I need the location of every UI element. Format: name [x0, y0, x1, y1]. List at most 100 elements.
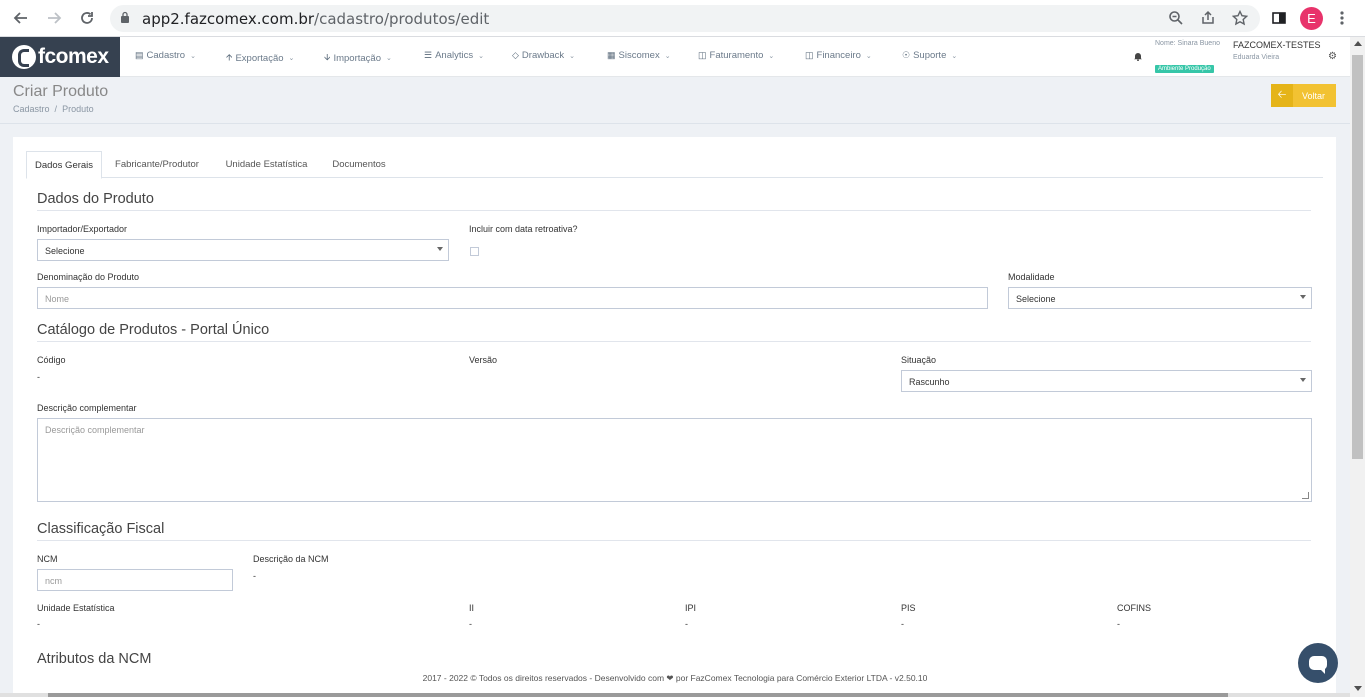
denominacao-input[interactable]: Nome — [37, 287, 988, 309]
cofins-value: - — [1117, 619, 1120, 629]
share-icon[interactable] — [1198, 8, 1218, 28]
descricao-textarea[interactable]: Descrição complementar — [37, 418, 1312, 502]
chevron-down-icon: ⌄ — [768, 52, 775, 60]
logo-mark-icon — [12, 45, 36, 69]
importador-label: Importador/Exportador — [37, 224, 128, 234]
ii-value: - — [469, 619, 472, 629]
forward-arrow-icon[interactable] — [43, 7, 65, 29]
user-name: Nome: Sinara Bueno — [1155, 40, 1220, 47]
unidade-estatistica-value: - — [37, 619, 40, 629]
scroll-thumb[interactable] — [1352, 55, 1363, 459]
vertical-scrollbar[interactable] — [1350, 37, 1365, 697]
bell-icon[interactable] — [1133, 51, 1143, 61]
environment-badge: Ambiente Produção — [1155, 65, 1214, 73]
tab-fabricante-produtor[interactable]: Fabricante/Produtor — [104, 151, 210, 178]
bookmark-star-icon[interactable] — [1230, 8, 1250, 28]
company-user: Eduarda Vieira — [1233, 54, 1280, 61]
chat-bubble-icon — [1309, 656, 1327, 674]
section-dados-produto: Dados do Produto — [37, 191, 1311, 211]
back-button[interactable]: 🡠 Voltar — [1271, 84, 1336, 107]
unidade-estatistica-label: Unidade Estatística — [37, 603, 115, 613]
arrow-left-icon: 🡠 — [1271, 84, 1293, 107]
ncm-input[interactable]: ncm — [37, 569, 233, 591]
id-card-icon: ▤ — [135, 50, 144, 60]
pis-label: PIS — [901, 603, 916, 613]
ii-label: II — [469, 603, 475, 613]
side-panel-icon[interactable] — [1269, 8, 1289, 28]
tab-dados-gerais[interactable]: Dados Gerais — [26, 151, 102, 179]
reload-icon[interactable] — [76, 7, 98, 29]
codigo-value: - — [37, 372, 40, 382]
menu-siscomex[interactable]: ▦ Siscomex ⌄ — [607, 50, 671, 61]
chevron-down-icon: ⌄ — [386, 55, 392, 62]
url-text: app2.fazcomex.com.br/cadastro/produtos/e… — [142, 10, 490, 28]
arrow-up-icon: 🡩 — [226, 52, 233, 62]
scroll-up-arrow-icon[interactable] — [1354, 41, 1362, 46]
ipi-label: IPI — [685, 603, 697, 613]
menu-faturamento[interactable]: ◫ Faturamento ⌄ — [698, 50, 774, 61]
descricao-ncm-value: - — [253, 571, 256, 581]
descricao-label: Descrição complementar — [37, 403, 137, 413]
breadcrumb: Cadastro / Produto — [13, 104, 94, 114]
menu-exportacao[interactable]: 🡩 Exportação ⌄ — [226, 50, 294, 66]
section-catalogo: Catálogo de Produtos - Portal Único — [37, 322, 1311, 342]
grid-icon: ▦ — [607, 50, 616, 60]
browser-toolbar: app2.fazcomex.com.br/cadastro/produtos/e… — [0, 0, 1365, 37]
lock-icon — [121, 11, 129, 23]
caret-down-icon — [437, 247, 443, 251]
tab-bar: Dados Gerais Fabricante/Produtor Unidade… — [26, 151, 1323, 179]
breadcrumb-produto: Produto — [62, 104, 94, 114]
chat-button[interactable] — [1298, 643, 1338, 683]
menu-cadastro[interactable]: ▤ Cadastro ⌄ — [135, 50, 196, 61]
money-icon: ◫ — [805, 50, 814, 60]
chevron-down-icon: ⌄ — [951, 52, 958, 60]
menu-drawback[interactable]: ◇ Drawback ⌄ — [512, 50, 575, 61]
gear-icon[interactable]: ⚙ — [1328, 51, 1337, 62]
menu-importacao[interactable]: 🡫 Importação ⌄ — [324, 50, 392, 66]
tab-unidade-estatistica[interactable]: Unidade Estatística — [212, 151, 321, 178]
money-icon: ◫ — [698, 50, 707, 60]
situacao-select[interactable]: Rascunho — [901, 370, 1312, 392]
app-header: fcomex ▤ Cadastro ⌄ 🡩 Exportação ⌄ 🡫 Impor… — [0, 37, 1350, 77]
breadcrumb-cadastro[interactable]: Cadastro — [13, 104, 50, 114]
ncm-label: NCM — [37, 554, 58, 564]
menu-analytics[interactable]: ☰ Analytics ⌄ — [424, 50, 484, 61]
caret-down-icon — [1300, 378, 1306, 382]
tab-documentos[interactable]: Documentos — [323, 151, 395, 178]
descricao-ncm-label: Descrição da NCM — [253, 554, 329, 564]
logo[interactable]: fcomex — [0, 37, 120, 77]
address-bar[interactable]: app2.fazcomex.com.br/cadastro/produtos/e… — [110, 5, 1260, 32]
more-menu-icon[interactable] — [1337, 8, 1347, 28]
chevron-down-icon: ⌄ — [664, 52, 671, 60]
menu-suporte[interactable]: ☉ Suporte ⌄ — [902, 50, 957, 61]
logo-text: fcomex — [38, 45, 109, 68]
cofins-label: COFINS — [1117, 603, 1152, 613]
horizontal-scroll-thumb[interactable] — [48, 693, 1228, 697]
retroativa-label: Incluir com data retroativa? — [469, 224, 578, 234]
menu-financeiro[interactable]: ◫ Financeiro ⌄ — [805, 50, 872, 61]
versao-label: Versão — [469, 355, 498, 365]
arrow-down-icon: 🡫 — [324, 52, 331, 62]
modalidade-label: Modalidade — [1008, 272, 1055, 282]
diamond-icon: ◇ — [512, 50, 519, 60]
importador-select[interactable]: Selecione — [37, 239, 449, 261]
modalidade-select[interactable]: Selecione — [1008, 287, 1312, 309]
chevron-down-icon: ⌄ — [288, 55, 295, 62]
profile-avatar[interactable]: E — [1300, 7, 1323, 30]
back-arrow-icon[interactable] — [10, 7, 32, 29]
zoom-icon[interactable] — [1166, 8, 1186, 28]
page-title: Criar Produto — [13, 83, 109, 100]
footer: 2017 - 2022 © Todos os direitos reservad… — [422, 673, 928, 683]
lifebuoy-icon: ☉ — [902, 50, 911, 60]
situacao-label: Situação — [901, 355, 937, 365]
section-atributos-ncm: Atributos da NCM — [37, 651, 152, 667]
page-bar: Criar Produto Cadastro / Produto 🡠 Volta… — [0, 77, 1350, 124]
retroativa-checkbox[interactable] — [470, 247, 479, 256]
chevron-down-icon: ⌄ — [569, 52, 576, 60]
codigo-label: Código — [37, 355, 66, 365]
resize-handle-icon[interactable] — [1302, 492, 1309, 499]
form-card: Dados Gerais Fabricante/Produtor Unidade… — [13, 137, 1336, 697]
scroll-down-arrow-icon[interactable] — [1354, 686, 1362, 691]
company-name[interactable]: FAZCOMEX-TESTES — [1233, 40, 1321, 50]
pis-value: - — [901, 619, 904, 629]
